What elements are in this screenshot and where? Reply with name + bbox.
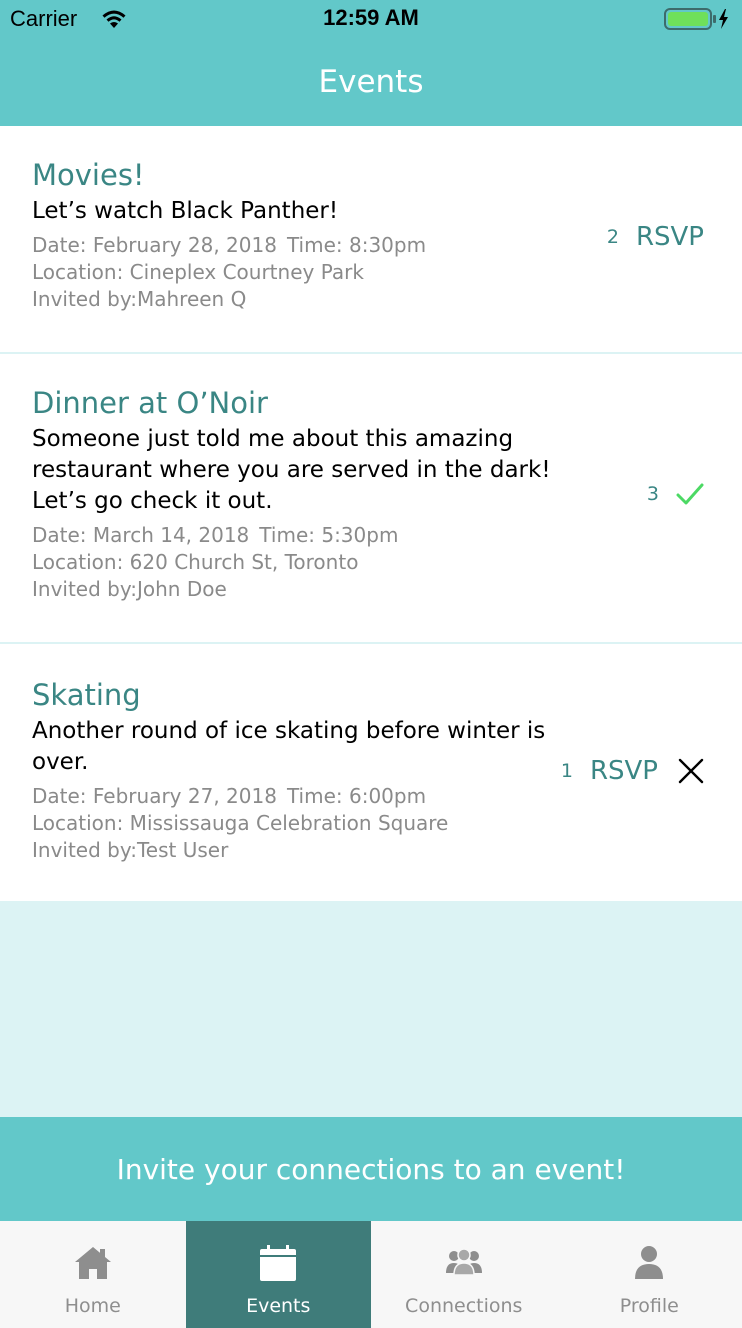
close-icon[interactable]	[678, 758, 704, 784]
home-icon	[74, 1247, 111, 1279]
event-invited-by: Invited by:Mahreen Q	[32, 287, 247, 311]
event-card[interactable]: Dinner at O’Noir Someone just told me ab…	[0, 354, 742, 644]
status-bar: Carrier 12:59 AM	[0, 0, 742, 40]
connections-icon	[445, 1248, 482, 1276]
event-date: Date: February 27, 2018	[32, 784, 277, 808]
event-location: Location: 620 Church St, Toronto	[32, 550, 359, 574]
event-meta: Date: March 14, 2018 Time: 5:30pm Locatio…	[32, 522, 742, 603]
event-actions: 1 RSVP	[561, 756, 704, 786]
page-title: Events	[318, 64, 424, 100]
event-title: Movies!	[32, 158, 145, 192]
tab-profile[interactable]: Profile	[557, 1221, 742, 1328]
events-screen: Carrier 12:59 AM Events Movies! Let’s wa…	[0, 0, 742, 1328]
event-list: Movies! Let’s watch Black Panther! Date:…	[0, 126, 742, 901]
calendar-icon	[260, 1245, 297, 1281]
event-actions: 2 RSVP	[607, 222, 704, 252]
event-description: Another round of ice skating before wint…	[32, 718, 546, 775]
tab-events-label: Events	[246, 1295, 311, 1317]
event-date: Date: February 28, 2018	[32, 233, 277, 257]
tab-events[interactable]: Events	[185, 1221, 371, 1328]
event-date: Date: March 14, 2018	[32, 523, 250, 547]
event-time: Time: 5:30pm	[259, 523, 399, 547]
event-title: Dinner at O’Noir	[32, 386, 268, 420]
tab-home[interactable]: Home	[0, 1221, 186, 1328]
clock-label: 12:59 AM	[323, 5, 419, 30]
event-location: Location: Mississauga Celebration Square	[32, 811, 449, 835]
attendee-count: 2	[606, 226, 619, 248]
attendee-count: 1	[560, 760, 573, 782]
rsvp-button[interactable]: RSVP	[636, 222, 704, 252]
event-invited-by: Invited by:John Doe	[32, 577, 227, 601]
profile-icon	[635, 1246, 664, 1279]
tab-connections-label: Connections	[405, 1295, 523, 1317]
event-time: Time: 6:00pm	[286, 784, 427, 808]
rsvp-button[interactable]: RSVP	[590, 756, 658, 786]
event-invited-by: Invited by:Test User	[32, 838, 229, 862]
invite-button[interactable]: Invite your connections to an event!	[0, 1117, 742, 1221]
event-title: Skating	[32, 678, 141, 712]
attendee-count: 3	[646, 483, 659, 505]
event-description: Someone just told me about this amazing …	[32, 426, 551, 514]
event-description: Let’s watch Black Panther!	[32, 198, 339, 224]
tab-connections[interactable]: Connections	[371, 1221, 557, 1328]
tab-home-label: Home	[64, 1295, 121, 1317]
event-card[interactable]: Skating Another round of ice skating bef…	[0, 644, 742, 901]
check-icon[interactable]	[676, 482, 704, 506]
invite-button-label: Invite your connections to an event!	[116, 1152, 626, 1186]
tab-bar: Home Events Connections Profile	[0, 1221, 742, 1328]
event-time: Time: 8:30pm	[286, 233, 427, 257]
event-meta: Date: February 27, 2018 Time: 6:00pm Loca…	[32, 783, 742, 864]
event-location: Location: Cineplex Courtney Park	[32, 260, 364, 284]
event-card[interactable]: Movies! Let’s watch Black Panther! Date:…	[0, 126, 742, 354]
tab-profile-label: Profile	[619, 1295, 679, 1317]
top-bar: Carrier 12:59 AM Events	[0, 0, 742, 126]
battery-icon	[664, 8, 728, 30]
event-actions: 3	[647, 482, 704, 506]
